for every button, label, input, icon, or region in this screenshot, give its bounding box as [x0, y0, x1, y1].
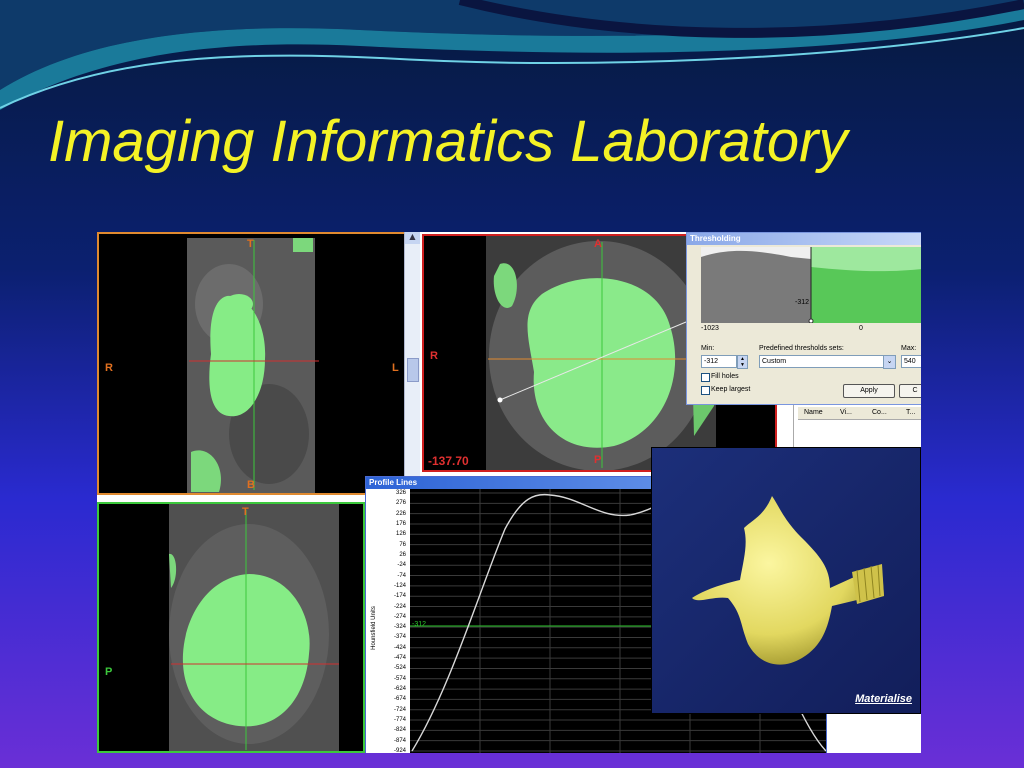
fill-holes-checkbox[interactable]: [701, 373, 710, 382]
y-tick-label: -474: [393, 655, 406, 662]
profile-y-axis-label: Hounsfield Units: [371, 606, 377, 650]
y-tick-label: -274: [393, 613, 406, 620]
min-spinner-icon[interactable]: ▲ ▼: [737, 355, 748, 369]
threshold-histogram[interactable]: [701, 247, 921, 323]
y-tick-label: -124: [393, 582, 406, 589]
max-value-field[interactable]: 540: [901, 355, 921, 368]
column-type[interactable]: T...: [906, 407, 915, 419]
coronal-left-label: R: [105, 362, 113, 374]
y-tick-label: 26: [399, 551, 406, 558]
y-tick-label: -224: [393, 603, 406, 610]
column-name[interactable]: Name: [804, 407, 823, 419]
y-tick-label: -624: [393, 686, 406, 693]
y-tick-label: -524: [393, 665, 406, 672]
axial-position-value: -137.70: [428, 454, 469, 468]
close-button[interactable]: C: [899, 384, 921, 398]
profile-marker-label: -312: [412, 621, 427, 628]
render-3d-view[interactable]: Materialise: [651, 447, 921, 714]
sagittal-view[interactable]: T P: [97, 502, 365, 753]
thresholding-titlebar[interactable]: Thresholding: [687, 233, 921, 245]
sagittal-top-label: T: [242, 506, 249, 518]
threshold-marker-value: -312: [795, 299, 810, 306]
axial-top-label: A: [594, 238, 602, 250]
histogram-axis-zero: 0: [859, 325, 863, 332]
y-tick-label: -674: [393, 696, 406, 703]
view-scrollbar[interactable]: ▲: [404, 232, 420, 495]
sagittal-left-label: P: [105, 666, 113, 678]
object-table-header: Name Vi... Co... T...: [798, 407, 921, 420]
header-wave: [0, 0, 1024, 110]
keep-largest-checkbox[interactable]: [701, 386, 710, 395]
y-tick-label: -374: [393, 634, 406, 641]
scroll-up-icon[interactable]: ▲: [405, 232, 420, 244]
slide-title: Imaging Informatics Laboratory: [48, 109, 848, 174]
y-tick-label: -74: [397, 572, 406, 579]
min-label: Min:: [701, 345, 715, 352]
column-color[interactable]: Co...: [872, 407, 887, 419]
y-tick-label: -774: [393, 717, 406, 724]
preset-dropdown-icon[interactable]: ⌄: [883, 355, 896, 369]
y-tick-label: 326: [395, 490, 406, 496]
coronal-right-label: L: [392, 362, 399, 374]
coronal-view[interactable]: T B R L: [97, 232, 410, 495]
y-tick-label: 126: [395, 531, 406, 538]
fill-holes-label: Fill holes: [711, 373, 739, 380]
screenshot-collage: T B R L ▲ A P R -137.70 Name Vi... Co...…: [97, 232, 921, 753]
coronal-bottom-label: B: [247, 479, 255, 491]
y-tick-label: 276: [395, 500, 406, 507]
mesh-model: [692, 496, 884, 665]
y-tick-label: -174: [393, 593, 406, 600]
profile-y-axis: 326 276 226 176 126 76 26 -24 -74 -124 -174 -224 -27…: [366, 489, 410, 753]
keep-largest-label: Keep largest: [711, 386, 751, 393]
y-tick-label: 176: [395, 520, 406, 527]
coronal-top-label: T: [247, 238, 254, 250]
sagittal-slice-image: [169, 504, 339, 751]
coronal-slice-image: [187, 234, 408, 493]
y-tick-label: -574: [393, 675, 406, 682]
y-tick-label: -824: [393, 727, 406, 734]
histogram-axis-min: -1023: [701, 325, 719, 332]
y-tick-label: -324: [393, 624, 406, 631]
y-tick-label: -424: [393, 644, 406, 651]
axial-bottom-label: P: [594, 454, 602, 466]
max-label: Max:: [901, 345, 917, 352]
thresholding-window[interactable]: Thresholding -312 -1023 0 Min: -312 ▲ ▼ P…: [686, 232, 921, 405]
materialise-logo: Materialise: [855, 693, 912, 705]
min-value-field[interactable]: -312: [701, 355, 737, 368]
y-tick-label: 76: [399, 541, 406, 548]
y-tick-label: -924: [393, 748, 406, 753]
axial-left-label: R: [430, 350, 438, 362]
y-tick-label: -24: [397, 562, 406, 569]
y-tick-label: -724: [393, 706, 406, 713]
y-tick-label: 226: [395, 510, 406, 517]
y-tick-label: -874: [393, 737, 406, 744]
preset-label: Predefined thresholds sets:: [759, 345, 844, 352]
column-visible[interactable]: Vi...: [840, 407, 852, 419]
preset-select[interactable]: Custom: [759, 355, 887, 368]
apply-button[interactable]: Apply: [843, 384, 895, 398]
scroll-thumb[interactable]: [407, 358, 419, 382]
